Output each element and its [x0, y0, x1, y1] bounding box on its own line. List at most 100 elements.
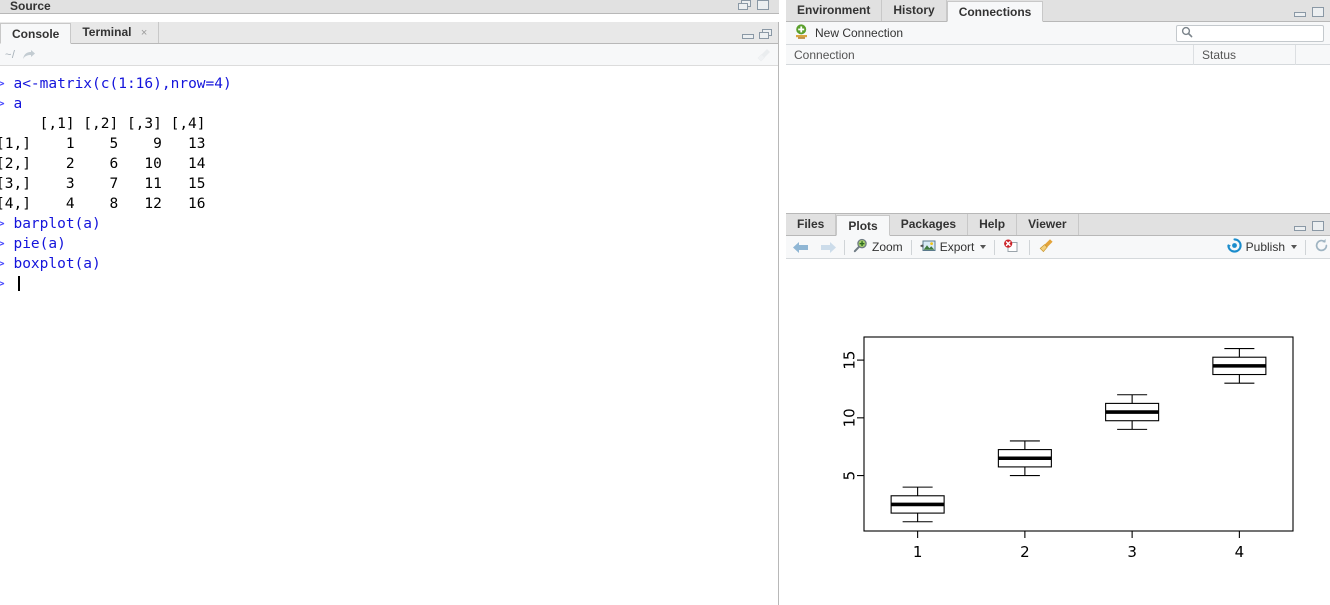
clear-all-plots-button[interactable] [1032, 236, 1060, 258]
console-line: > [0, 274, 778, 294]
source-window-controls [738, 0, 775, 13]
minimize-icon[interactable] [741, 29, 755, 40]
console-prompt: > [0, 276, 13, 292]
maximize-icon[interactable] [1311, 7, 1325, 18]
tab-connections[interactable]: Connections [946, 1, 1044, 22]
tab-history[interactable]: History [882, 0, 947, 21]
console-prompt: > [0, 76, 13, 92]
chevron-down-icon[interactable] [980, 245, 987, 249]
tab-terminal[interactable]: Terminal × [71, 22, 160, 43]
forward-arrow-icon [820, 241, 836, 254]
minimize-icon[interactable] [1293, 7, 1307, 18]
source-tab-label[interactable]: Source [0, 0, 61, 13]
console-line: [4,] 4 8 12 16 [0, 194, 778, 214]
console-line: [2,] 2 6 10 14 [0, 154, 778, 174]
x-axis-label: 1 [913, 543, 923, 561]
console-output-line: [4,] 4 8 12 16 [0, 196, 206, 212]
tab-help[interactable]: Help [968, 214, 1018, 235]
environment-window-controls [1293, 7, 1330, 21]
column-header-extra[interactable] [1296, 45, 1330, 65]
magnifier-plus-icon [853, 238, 868, 256]
tab-packages-label: Packages [900, 217, 957, 231]
plots-window-controls [1293, 221, 1330, 235]
toolbar-separator [844, 239, 845, 255]
tab-connections-label: Connections [958, 5, 1032, 19]
publish-button[interactable]: Publish [1221, 236, 1303, 258]
broom-icon [1038, 238, 1054, 256]
back-arrow-icon [792, 241, 808, 254]
console-window-controls [741, 29, 778, 43]
publish-icon [1226, 238, 1242, 256]
console-panel: Console Terminal × ~/ a<-matrix(c(1:16),… [0, 22, 779, 605]
y-axis-label: 5 [841, 471, 859, 481]
zoom-button[interactable]: Zoom [847, 236, 909, 258]
boxplot-chart: 5 10 15 1 2 3 4 [841, 336, 1294, 561]
tabbar-spacer [159, 22, 741, 43]
refresh-button[interactable] [1308, 236, 1330, 258]
tab-console[interactable]: Console [0, 23, 72, 44]
plots-toolbar-right: Publish [1221, 236, 1330, 258]
export-button[interactable]: Export [914, 236, 993, 258]
export-label: Export [939, 240, 975, 254]
tab-plots[interactable]: Plots [836, 215, 890, 236]
source-panel: Source [0, 0, 779, 14]
search-input[interactable] [1193, 25, 1313, 42]
connections-table-body [786, 65, 1330, 212]
new-connection-label: New Connection [815, 26, 904, 40]
share-arrow-icon[interactable] [22, 49, 36, 61]
console-prompt: > [0, 96, 13, 112]
column-header-status[interactable]: Status [1194, 44, 1296, 65]
column-header-connection[interactable]: Connection [786, 44, 1194, 65]
back-button[interactable] [786, 236, 814, 258]
toolbar-separator [1029, 239, 1031, 255]
plots-toolbar: Zoom Export Publish [786, 236, 1330, 259]
restore-icon[interactable] [759, 29, 773, 40]
broom-icon[interactable] [756, 47, 772, 63]
console-command: a<-matrix(c(1:16),nrow=4) [13, 76, 232, 92]
tab-environment[interactable]: Environment [786, 0, 883, 21]
search-box[interactable] [1176, 25, 1324, 42]
x-axis-label: 2 [1020, 543, 1030, 561]
console-prompt: > [0, 216, 13, 232]
tab-packages[interactable]: Packages [890, 214, 969, 235]
remove-plot-button[interactable] [997, 236, 1027, 258]
tab-console-label: Console [12, 27, 60, 41]
minimize-icon[interactable] [1293, 221, 1307, 232]
boxplot-box [997, 440, 1052, 477]
environment-tabbar: Environment History Connections [786, 0, 1330, 22]
tabbar-spacer [1079, 214, 1293, 235]
console-output[interactable]: > a<-matrix(c(1:16),nrow=4)> a [,1] [,2]… [0, 66, 778, 605]
plot-image[interactable]: 5 10 15 1 2 3 4 [786, 259, 1330, 605]
plots-panel: Files Plots Packages Help Viewer Zoom Ex… [786, 213, 1330, 605]
tab-terminal-label: Terminal [82, 25, 132, 39]
working-directory-label[interactable]: ~/ [0, 49, 15, 61]
chevron-down-icon[interactable] [1291, 245, 1297, 249]
remove-plot-icon [1003, 239, 1021, 256]
console-prompt: > [0, 236, 13, 252]
console-line: > pie(a) [0, 234, 778, 254]
new-connection-button[interactable]: New Connection [786, 23, 904, 43]
y-axis-label: 10 [841, 408, 859, 427]
x-axis-label: 3 [1127, 543, 1137, 561]
forward-button[interactable] [814, 236, 842, 258]
console-line: [1,] 1 5 9 13 [0, 134, 778, 154]
boxplot-box [1212, 347, 1267, 384]
x-axis-label: 4 [1235, 543, 1245, 561]
boxplot-box [890, 486, 945, 523]
maximize-icon[interactable] [1311, 221, 1325, 232]
close-icon[interactable]: × [141, 27, 147, 39]
console-prompt: > [0, 256, 13, 272]
tab-files[interactable]: Files [786, 214, 837, 235]
restore-icon[interactable] [738, 0, 752, 11]
new-connection-icon [794, 23, 809, 43]
console-output-line: [2,] 2 6 10 14 [0, 156, 206, 172]
console-tabbar: Console Terminal × [0, 22, 778, 44]
environment-panel: Environment History Connections New Conn… [786, 0, 1330, 212]
toolbar-separator [994, 239, 996, 255]
console-line: > a [0, 94, 778, 114]
tab-viewer[interactable]: Viewer [1017, 214, 1079, 235]
connections-toolbar: New Connection [786, 22, 1330, 45]
console-output-line: [1,] 1 5 9 13 [0, 136, 206, 152]
maximize-icon[interactable] [756, 0, 770, 11]
zoom-label: Zoom [872, 240, 903, 254]
